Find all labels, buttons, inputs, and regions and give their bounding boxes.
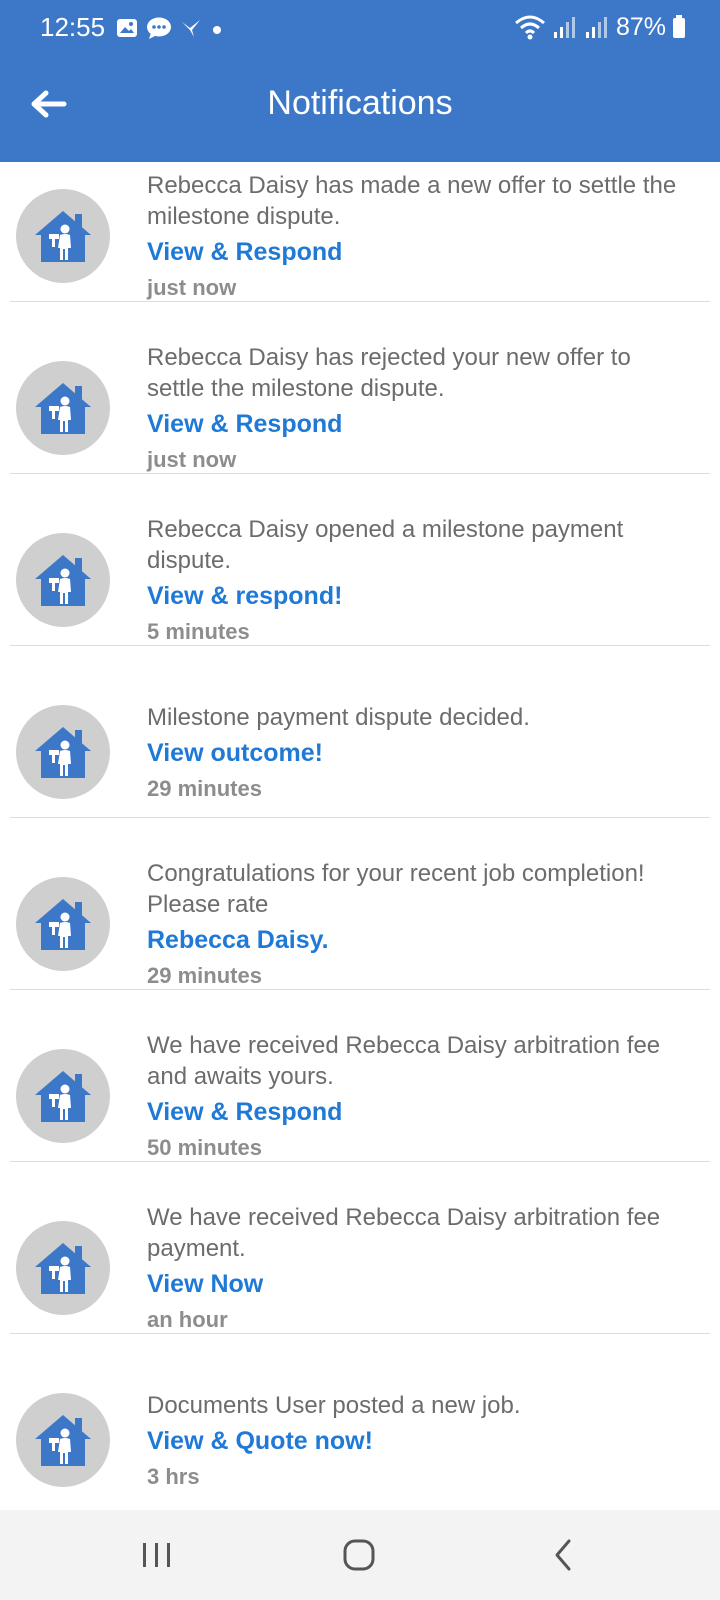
house-worker-icon [35, 1071, 91, 1122]
notification-message: Rebecca Daisy opened a milestone payment… [147, 516, 624, 574]
notification-time: 5 minutes [147, 619, 250, 644]
divider [10, 1333, 710, 1334]
house-worker-icon [35, 1415, 91, 1466]
house-worker-icon [35, 211, 91, 262]
divider [10, 989, 710, 990]
divider [10, 817, 710, 818]
notification-list[interactable]: Rebecca Daisy has made a new offer to se… [0, 162, 720, 1510]
house-worker-icon [35, 383, 91, 434]
notification-message: Milestone payment dispute decided. [147, 704, 530, 731]
notification-time: just now [147, 447, 237, 472]
divider [10, 645, 710, 646]
notification-time: just now [147, 275, 237, 300]
notification-action-link[interactable]: View Now [147, 1270, 263, 1299]
notification-action-link[interactable]: View & Respond [147, 1098, 342, 1127]
notification-time: 50 minutes [147, 1135, 262, 1160]
dot-icon [213, 26, 221, 34]
notification-action-link[interactable]: View & Quote now! [147, 1427, 373, 1456]
notification-action-link[interactable]: View & respond! [147, 582, 342, 611]
signal-icon [553, 17, 575, 38]
house-worker-icon [35, 555, 91, 606]
system-nav-bar [0, 1510, 720, 1600]
notification-message: We have received Rebecca Daisy arbitrati… [147, 1032, 661, 1090]
notification-time: 29 minutes [147, 776, 262, 801]
battery-percent: 87% [615, 12, 666, 41]
status-system-icons: 87% [514, 12, 686, 42]
house-worker-icon [35, 727, 91, 778]
status-notification-icons [116, 14, 224, 42]
home-icon [343, 1539, 375, 1571]
status-bar: 12:55 87% [0, 0, 720, 56]
battery-icon [673, 15, 685, 38]
notification-message: Documents User posted a new job. [147, 1392, 521, 1419]
house-worker-icon [35, 899, 91, 950]
avatar [16, 877, 110, 971]
chevron-left-icon [555, 1539, 571, 1571]
wifi-icon [514, 15, 545, 40]
app-notification-icon [182, 20, 200, 37]
notification-message: We have received Rebecca Daisy arbitrati… [147, 1204, 661, 1262]
avatar [16, 1393, 110, 1487]
recent-apps-button[interactable] [132, 1532, 182, 1578]
avatar [16, 1221, 110, 1315]
chat-icon [147, 17, 171, 39]
avatar [16, 361, 110, 455]
page-title: Notifications [267, 84, 453, 122]
avatar [16, 533, 110, 627]
back-button[interactable] [538, 1532, 588, 1578]
notification-message: Congratulations for your recent job comp… [147, 860, 645, 918]
avatar [16, 1049, 110, 1143]
app-bar: 12:55 87% Notifications [0, 0, 720, 162]
notification-message: Rebecca Daisy has rejected your new offe… [147, 344, 631, 402]
notification-time: 29 minutes [147, 963, 262, 988]
notification-action-link[interactable]: View & Respond [147, 410, 342, 439]
recent-apps-icon [143, 1543, 170, 1567]
house-worker-icon [35, 1243, 91, 1294]
avatar [16, 189, 110, 283]
avatar [16, 705, 110, 799]
notification-action-link[interactable]: View outcome! [147, 739, 323, 768]
signal-2-icon [585, 17, 607, 38]
notification-message: Rebecca Daisy has made a new offer to se… [147, 172, 677, 230]
divider [10, 301, 710, 302]
divider [10, 1161, 710, 1162]
home-button[interactable] [334, 1532, 384, 1578]
notification-action-link[interactable]: Rebecca Daisy. [147, 926, 329, 955]
notification-time: 3 hrs [147, 1464, 200, 1489]
status-time: 12:55 [40, 12, 106, 42]
gallery-icon [117, 19, 137, 37]
divider [10, 473, 710, 474]
notification-time: an hour [147, 1307, 228, 1332]
notification-action-link[interactable]: View & Respond [147, 238, 342, 267]
